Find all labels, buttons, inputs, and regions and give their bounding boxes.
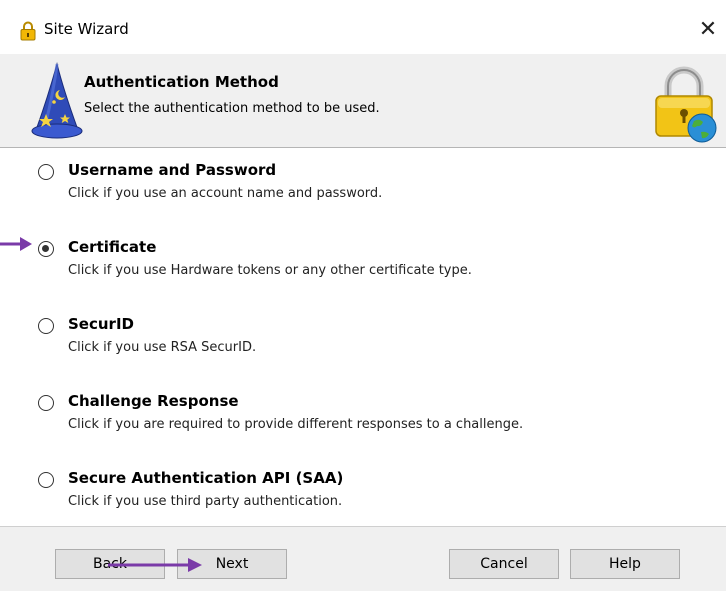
option-description: Click if you use RSA SecurID. — [68, 340, 257, 355]
cancel-button[interactable]: Cancel — [449, 549, 559, 579]
lock-icon — [20, 21, 36, 41]
radio-username-password[interactable] — [38, 164, 54, 180]
option-description: Click if you are required to provide dif… — [68, 417, 524, 432]
option-label: Username and Password — [68, 161, 277, 179]
option-description: Click if you use an account name and pas… — [68, 186, 383, 201]
help-button[interactable]: Help — [570, 549, 680, 579]
authentication-options: Username and Password Click if you use a… — [0, 148, 726, 526]
radio-securid[interactable] — [38, 318, 54, 334]
wizard-header: Authentication Method Select the authent… — [0, 54, 726, 148]
option-label: Secure Authentication API (SAA) — [68, 469, 344, 487]
close-button[interactable]: ✕ — [690, 10, 726, 50]
lock-globe-icon — [655, 66, 717, 143]
wizard-hat-icon — [31, 62, 83, 139]
radio-challenge-response[interactable] — [38, 395, 54, 411]
annotation-arrow-next — [108, 558, 202, 572]
title-bar: Site Wizard ✕ — [0, 0, 726, 54]
option-label: Certificate — [68, 238, 157, 256]
option-description: Click if you use Hardware tokens or any … — [68, 263, 472, 278]
site-wizard-window: Site Wizard ✕ Authentication Method Sele… — [0, 0, 726, 591]
header-title: Authentication Method — [84, 73, 279, 91]
window-title: Site Wizard — [44, 20, 129, 38]
option-label: Challenge Response — [68, 392, 239, 410]
annotation-arrow-certificate — [0, 237, 32, 251]
radio-certificate[interactable] — [38, 241, 54, 257]
header-subtitle: Select the authentication method to be u… — [84, 101, 380, 116]
option-description: Click if you use third party authenticat… — [68, 494, 343, 509]
option-label: SecurID — [68, 315, 134, 333]
radio-saa[interactable] — [38, 472, 54, 488]
